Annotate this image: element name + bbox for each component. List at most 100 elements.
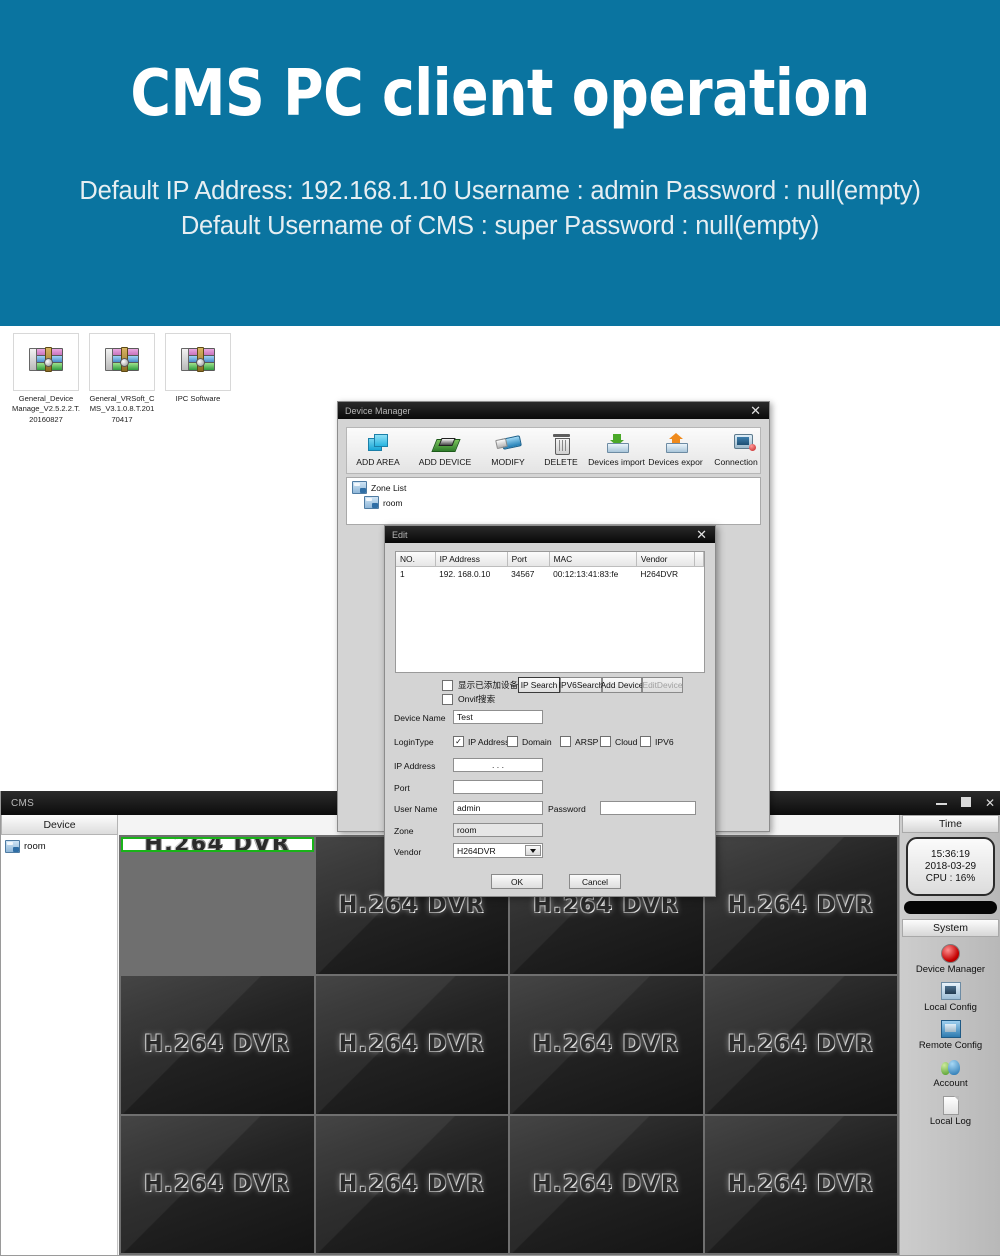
add-area-icon	[368, 431, 388, 455]
user-name-field[interactable]: admin	[453, 801, 543, 815]
login-type-option-arsp[interactable]: ARSP	[560, 736, 598, 747]
sidebar-item-remote-config[interactable]: Remote Config	[900, 1019, 1000, 1051]
sidebar-item-local-config[interactable]: Local Config	[900, 981, 1000, 1013]
desktop-icon-ipc-software[interactable]: IPC Software	[164, 333, 232, 404]
video-tile[interactable]: H.264 DVR	[510, 976, 703, 1114]
login-type-checkbox-domain[interactable]	[507, 736, 518, 747]
login-type-option-label: Cloud	[615, 736, 638, 747]
clock-date: 2018-03-29	[924, 861, 977, 872]
port-field[interactable]	[453, 780, 543, 794]
modify-button[interactable]: MODIFY	[481, 428, 535, 467]
zone-input: room	[453, 823, 543, 837]
cms-right-panel: Time 15:36:19 2018-03-29 CPU : 16% Syste…	[899, 815, 1000, 1255]
login-type-option-ipv6[interactable]: IPV6	[640, 736, 674, 747]
device-tree-item-room[interactable]: room	[3, 839, 117, 854]
vendor-select[interactable]: H264DVR	[453, 843, 543, 858]
ok-button[interactable]: OK	[491, 874, 543, 889]
add-device-button[interactable]: ADD DEVICE	[409, 428, 481, 467]
column-header-no: NO.	[396, 552, 436, 567]
show-added-devices-checkbox[interactable]	[442, 679, 453, 691]
video-tile-label: H.264 DVR	[727, 1032, 874, 1058]
login-type-checkbox-arsp[interactable]	[560, 736, 571, 747]
close-icon[interactable]: ✕	[985, 797, 995, 809]
zone-list-label: Zone List	[371, 482, 407, 493]
time-panel-header: Time	[902, 815, 999, 833]
video-tile[interactable]: H.264 DVR	[704, 837, 897, 975]
login-type-option-label: Domain	[522, 736, 552, 747]
password-field[interactable]	[600, 801, 696, 815]
video-tile[interactable]: H.264 DVR	[121, 837, 314, 852]
ipv6-search-button[interactable]: IPV6Search	[559, 677, 603, 693]
device-tree[interactable]: room	[1, 835, 118, 1255]
password-input[interactable]	[600, 801, 696, 815]
device-search-grid[interactable]: NO. IP Address Port MAC Vendor 1 192. 16…	[395, 551, 705, 673]
device-name-field[interactable]: Test	[453, 710, 543, 724]
video-tile[interactable]: H.264 DVR	[315, 1115, 508, 1253]
video-tile[interactable]: H.264 DVR	[121, 976, 314, 1114]
cell-mac: 00:12:13:41:83:fe	[553, 569, 619, 579]
close-icon[interactable]: ✕	[696, 526, 707, 543]
onvif-search-row: Onvif搜索	[442, 693, 495, 705]
device-name-input[interactable]: Test	[453, 710, 543, 724]
minimize-icon[interactable]	[935, 797, 947, 809]
desktop-icon-general-device-manage[interactable]: General_Device Manage_V2.5.2.2.T.2016082…	[12, 333, 80, 425]
add-device-icon	[430, 431, 461, 455]
video-tile[interactable]: H.264 DVR	[121, 1115, 314, 1253]
login-type-checkbox-ipv6[interactable]	[640, 736, 651, 747]
login-type-option-label: IP Address	[468, 736, 510, 747]
toolbar-label: Connection Test	[714, 457, 760, 467]
login-type-checkbox-cloud[interactable]	[600, 736, 611, 747]
login-type-option-ip-address[interactable]: ✓ IP Address	[453, 736, 509, 747]
table-header-row: NO. IP Address Port MAC Vendor	[396, 552, 704, 567]
toolbar-label: Devices import	[588, 457, 645, 467]
device-manager-toolbar: ADD AREA ADD DEVICE MODIFY DELETE Device…	[346, 427, 761, 474]
sidebar-item-account[interactable]: Account	[900, 1057, 1000, 1089]
desktop-icon-general-vrsoft-cms[interactable]: General_VRSoft_CMS_V3.1.0.8.T.20170417	[88, 333, 156, 425]
login-type-checkbox-ip-address[interactable]: ✓	[453, 736, 464, 747]
desktop-icon-label: General_VRSoft_CMS_V3.1.0.8.T.20170417	[89, 394, 155, 424]
cancel-button[interactable]: Cancel	[569, 874, 621, 889]
login-type-option-domain[interactable]: Domain	[507, 736, 552, 747]
devices-import-button[interactable]: Devices import	[587, 428, 646, 467]
zone-field: room	[453, 823, 543, 837]
page-title: CMS PC client operation	[130, 57, 870, 131]
sidebar-item-device-manager[interactable]: Device Manager	[900, 943, 1000, 975]
edit-device-button[interactable]: EditDevice	[642, 677, 683, 693]
video-tile-label: H.264 DVR	[533, 1032, 680, 1058]
delete-button[interactable]: DELETE	[535, 428, 587, 467]
table-row[interactable]: 1 192. 168.0.10 34567 00:12:13:41:83:fe …	[396, 567, 704, 582]
ip-address-input[interactable]: . . .	[453, 758, 543, 772]
zone-list-tree[interactable]: Zone List room	[346, 477, 761, 525]
device-panel-header: Device	[1, 815, 118, 835]
zone-list-root[interactable]: Zone List	[350, 480, 760, 495]
login-type-option-cloud[interactable]: Cloud	[600, 736, 637, 747]
add-device-button[interactable]: Add Device	[601, 677, 643, 693]
ip-address-field[interactable]: . . .	[453, 758, 543, 772]
search-button-group: IP Search IPV6Search Add Device EditDevi…	[518, 677, 683, 693]
login-type-label: LoginType	[394, 737, 434, 747]
zone-list-item-room[interactable]: room	[350, 495, 760, 510]
cpu-usage: CPU : 16%	[925, 873, 976, 884]
vendor-field[interactable]: H264DVR	[453, 843, 543, 858]
port-input[interactable]	[453, 780, 543, 794]
onvif-search-checkbox[interactable]	[442, 693, 453, 705]
ip-search-button[interactable]: IP Search	[518, 677, 560, 693]
chevron-down-icon[interactable]	[525, 845, 541, 856]
video-tile[interactable]: H.264 DVR	[704, 1115, 897, 1253]
clock-time: 15:36:19	[931, 849, 970, 860]
add-area-button[interactable]: ADD AREA	[347, 428, 409, 467]
devices-export-button[interactable]: Devices expor	[646, 428, 705, 467]
ok-button-wrap: OK	[491, 874, 543, 889]
header-banner: CMS PC client operation Default IP Addre…	[0, 0, 1000, 326]
user-name-input[interactable]: admin	[453, 801, 543, 815]
vendor-select-value: H264DVR	[457, 845, 496, 856]
sidebar-item-local-log[interactable]: Local Log	[900, 1095, 1000, 1127]
connection-test-button[interactable]: Connection Test	[705, 428, 760, 467]
video-tile[interactable]: H.264 DVR	[510, 1115, 703, 1253]
video-tile[interactable]: H.264 DVR	[315, 976, 508, 1114]
toolbar-label: Devices expor	[648, 457, 703, 467]
ip-address-label: IP Address	[394, 761, 436, 771]
video-tile[interactable]: H.264 DVR	[704, 976, 897, 1114]
maximize-icon[interactable]	[960, 797, 971, 809]
close-icon[interactable]: ✕	[750, 402, 761, 419]
